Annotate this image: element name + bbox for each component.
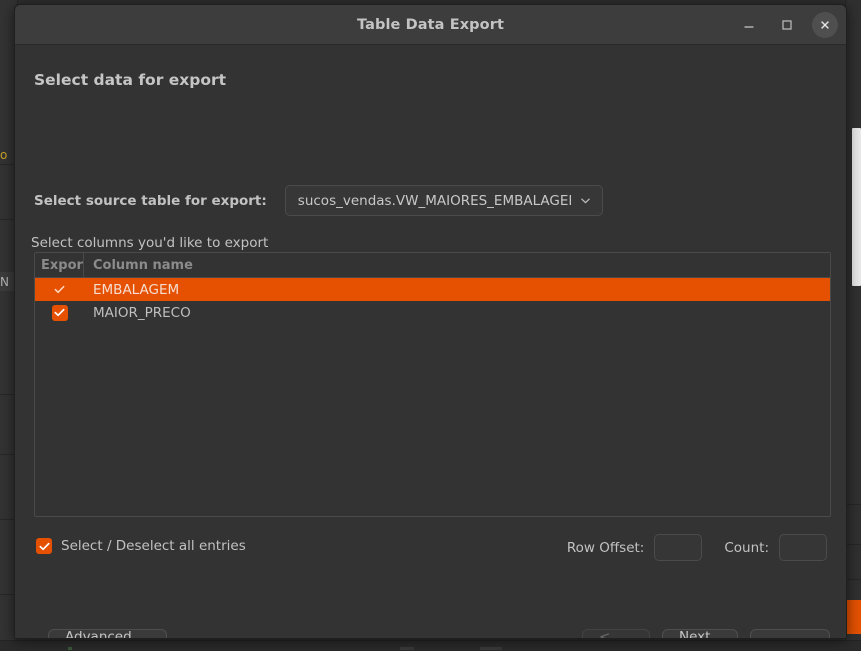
count-input[interactable] (779, 534, 827, 561)
background-right-highlight (845, 600, 861, 634)
cancel-button[interactable]: Cancel (750, 629, 830, 638)
column-name-cell: MAIOR_PRECO (93, 304, 191, 321)
row-export-checkbox-cell[interactable] (35, 282, 84, 298)
dialog-title: Table Data Export (356, 16, 504, 33)
background-right-row (845, 505, 861, 545)
table-row[interactable]: EMBALAGEM (35, 278, 830, 301)
background-scrollbar[interactable] (852, 128, 861, 286)
column-header-name[interactable]: Column name (84, 253, 830, 278)
background-right-row (845, 545, 861, 580)
advanced-button[interactable]: Advanced >> (48, 629, 167, 638)
maximize-icon[interactable] (774, 12, 800, 38)
row-offset-input[interactable] (654, 534, 703, 561)
next-button[interactable]: Next > (662, 629, 738, 638)
count-label: Count: (724, 539, 769, 556)
column-header-export[interactable]: Export (35, 253, 84, 278)
select-all-label: Select / Deselect all entries (61, 538, 246, 554)
source-table-value: sucos_vendas.VW_MAIORES_EMBALAGENS (297, 192, 571, 209)
back-button[interactable]: < Back (582, 629, 650, 638)
chevron-down-icon (579, 194, 592, 207)
background-right-row (845, 470, 861, 505)
checkbox-checked-icon[interactable] (36, 538, 52, 554)
dialog-titlebar[interactable]: Table Data Export (15, 5, 846, 45)
source-table-select[interactable]: sucos_vendas.VW_MAIORES_EMBALAGENS (284, 185, 603, 216)
background-status-tick (400, 647, 414, 650)
table-data-export-dialog: Table Data Export Select data for export… (14, 4, 847, 639)
source-table-label: Select source table for export: (34, 192, 267, 209)
background-status-bar (0, 640, 861, 651)
background-status-tick (480, 647, 502, 650)
column-name-cell: EMBALAGEM (93, 281, 180, 298)
window-controls (736, 5, 838, 45)
background-status-tick (68, 647, 72, 650)
table-row[interactable]: MAIOR_PRECO (35, 301, 830, 324)
columns-instruction: Select columns you'd like to export (31, 235, 269, 251)
row-range-controls: Row Offset: Count: (567, 534, 827, 561)
page-title: Select data for export (34, 71, 227, 89)
row-offset-label: Row Offset: (566, 539, 645, 556)
checkbox-checked-icon[interactable] (52, 282, 68, 298)
minimize-icon[interactable] (736, 12, 762, 38)
dialog-body: Select data for export Select source tab… (15, 45, 846, 638)
select-all-row[interactable]: Select / Deselect all entries (36, 538, 246, 554)
source-table-row: Select source table for export: sucos_ve… (34, 185, 603, 216)
wizard-button-group: < Back Next > Cancel (582, 629, 830, 638)
row-export-checkbox-cell[interactable] (35, 304, 84, 321)
close-icon[interactable] (812, 12, 838, 38)
columns-list[interactable]: Export Column name EMBALAGEM (34, 252, 831, 517)
columns-list-header: Export Column name (35, 253, 830, 278)
background-right-panel[interactable] (845, 0, 861, 640)
screen: o N Table Data Export Select data for ex… (0, 0, 861, 651)
checkbox-checked-icon[interactable] (51, 304, 68, 321)
